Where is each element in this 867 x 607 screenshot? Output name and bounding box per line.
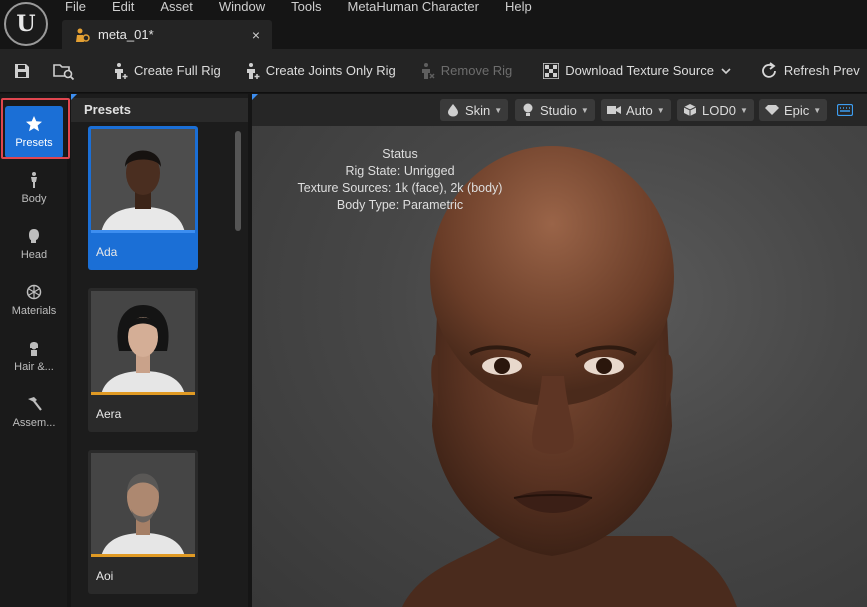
viewport-toolbar: Skin ▼ Studio ▼ Auto ▼ LOD0 ▼ Epic ▼: [252, 94, 867, 126]
rail-item-materials[interactable]: Materials: [5, 274, 63, 326]
skin-icon: [446, 103, 460, 117]
menu-file[interactable]: File: [65, 0, 86, 18]
unreal-logo[interactable]: U: [4, 2, 48, 46]
panel-title: Presets: [71, 98, 248, 122]
character-viewport[interactable]: Skin ▼ Studio ▼ Auto ▼ LOD0 ▼ Epic ▼ Sta…: [252, 94, 867, 607]
checker-texture-icon: [542, 62, 560, 80]
preset-thumbnail: [91, 129, 195, 233]
rail-item-label: Body: [21, 193, 47, 205]
tab-close-icon[interactable]: ×: [252, 27, 260, 43]
rail-item-label: Materials: [11, 305, 57, 317]
materials-icon: [25, 283, 43, 301]
skin-label: Skin: [465, 102, 491, 118]
download-texture-source-button[interactable]: Download Texture Source: [534, 57, 739, 85]
studio-lighting-dropdown[interactable]: Studio ▼: [515, 99, 595, 121]
status-title: Status: [382, 147, 418, 161]
tab-label: meta_01*: [98, 27, 154, 42]
body-type-text: Body Type: Parametric: [336, 198, 464, 212]
create-joints-only-rig-label: Create Joints Only Rig: [265, 63, 396, 78]
rail-item-label: Head: [20, 249, 48, 261]
refresh-preview-label: Refresh Prev: [783, 63, 860, 78]
presets-scrollbar[interactable]: [235, 131, 241, 231]
chevron-down-icon[interactable]: [721, 63, 731, 78]
main-toolbar: Create Full Rig Create Joints Only Rig R…: [0, 49, 867, 93]
rail-item-label: Assem...: [12, 417, 56, 429]
rail-item-hair-clothing[interactable]: Hair &...: [5, 330, 63, 382]
preset-thumbnail: [91, 453, 195, 557]
camera-icon: [607, 103, 621, 117]
rail-item-head[interactable]: Head: [5, 218, 63, 270]
chevron-down-icon: ▼: [580, 105, 589, 115]
remove-rig-label: Remove Rig: [440, 63, 513, 78]
chevron-down-icon: ▼: [813, 105, 822, 115]
lod-dropdown[interactable]: LOD0 ▼: [677, 99, 754, 121]
unreal-logo-glyph: U: [16, 11, 36, 37]
menu-help[interactable]: Help: [505, 0, 532, 18]
browse-asset-icon[interactable]: [53, 60, 75, 82]
cube-icon: [683, 103, 697, 117]
preset-bar: [91, 554, 195, 557]
rail-item-assembly[interactable]: Assem...: [5, 386, 63, 438]
remove-rig-button[interactable]: Remove Rig: [410, 57, 521, 85]
preset-selection-bar: [91, 230, 195, 233]
preset-name: Aera: [96, 407, 122, 421]
menu-metahuman-character[interactable]: MetaHuman Character: [347, 0, 479, 18]
menu-window[interactable]: Window: [219, 0, 265, 18]
rail-item-label: Hair &...: [14, 361, 54, 373]
light-bulb-icon: [521, 103, 535, 117]
preset-thumbnail: [91, 291, 195, 395]
menu-tools[interactable]: Tools: [291, 0, 321, 18]
head-icon: [25, 227, 43, 245]
studio-label: Studio: [540, 102, 577, 118]
menu-asset[interactable]: Asset: [160, 0, 193, 18]
quality-label: Epic: [784, 102, 810, 118]
preset-card-aera[interactable]: Aera: [88, 288, 198, 432]
category-rail: Presets Body Head Materials Hair &... As…: [0, 94, 67, 607]
skin-dropdown[interactable]: Skin ▼: [440, 99, 509, 121]
status-overlay: Status Rig State: Unrigged Texture Sourc…: [280, 146, 520, 214]
presets-selection-highlight: [1, 98, 70, 159]
keyboard-icon[interactable]: [836, 103, 854, 117]
chevron-down-icon: ▼: [494, 105, 503, 115]
menu-edit[interactable]: Edit: [112, 0, 134, 18]
texture-sources-text: Texture Sources: 1k (face), 2k (body): [297, 181, 503, 195]
chevron-down-icon: ▼: [656, 105, 665, 115]
rig-icon: [111, 62, 129, 80]
diamond-icon: [765, 103, 779, 117]
download-texture-source-label: Download Texture Source: [565, 63, 714, 78]
create-full-rig-button[interactable]: Create Full Rig: [103, 57, 229, 85]
preset-card-aoi[interactable]: Aoi: [88, 450, 198, 594]
preset-name: Ada: [96, 245, 118, 259]
auto-label: Auto: [626, 102, 653, 118]
menu-bar: File Edit Asset Window Tools MetaHuman C…: [65, 0, 558, 18]
preset-bar: [91, 392, 195, 395]
metahuman-asset-icon: [74, 27, 90, 43]
rig-state-text: Rig State: Unrigged: [345, 164, 455, 178]
refresh-preview-button[interactable]: Refresh Prev: [755, 57, 867, 85]
lod-label: LOD0: [702, 102, 736, 118]
preset-card-ada[interactable]: Ada: [88, 126, 198, 270]
camera-auto-dropdown[interactable]: Auto ▼: [601, 99, 671, 121]
joints-rig-icon: [243, 62, 261, 80]
save-icon[interactable]: [13, 60, 31, 82]
hair-icon: [25, 339, 43, 357]
quality-dropdown[interactable]: Epic ▼: [759, 99, 828, 121]
document-tab[interactable]: meta_01* ×: [62, 20, 272, 49]
preset-name: Aoi: [96, 569, 114, 583]
refresh-icon: [759, 61, 779, 81]
rail-item-body[interactable]: Body: [5, 162, 63, 214]
create-joints-only-rig-button[interactable]: Create Joints Only Rig: [235, 57, 404, 85]
viewport-corner-marker: [252, 94, 258, 100]
panel-corner-marker: [71, 94, 77, 100]
body-icon: [25, 171, 43, 189]
hammer-icon: [25, 395, 43, 413]
create-full-rig-label: Create Full Rig: [134, 63, 221, 78]
remove-rig-icon: [418, 62, 436, 80]
chevron-down-icon: ▼: [739, 105, 748, 115]
